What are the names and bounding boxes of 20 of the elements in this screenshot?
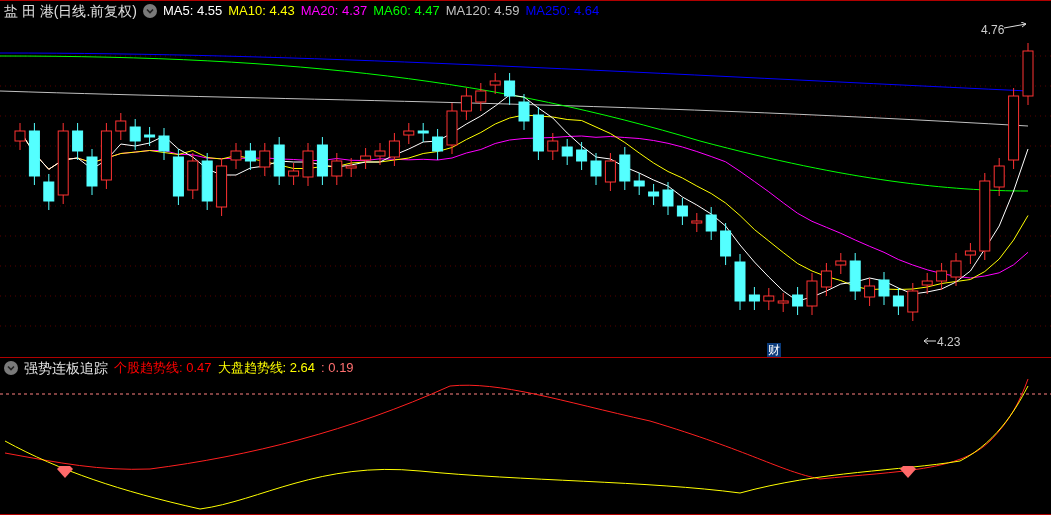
- high-price-label: 4.76: [981, 22, 1005, 39]
- high-arrow-icon: [1004, 22, 1028, 30]
- legend-value: 个股趋势线: 0.47: [114, 359, 212, 378]
- low-price-label: 4.23: [937, 334, 961, 351]
- low-arrow-icon: [924, 337, 936, 345]
- legend-value: MA10: 4.43: [228, 2, 295, 21]
- dropdown-icon[interactable]: [143, 4, 157, 18]
- legend-value: MA20: 4.37: [300, 2, 368, 21]
- stock-title: 盐 田 港(日线.前复权): [4, 1, 137, 21]
- legend-value: MA60: 4.47: [373, 2, 440, 21]
- dropdown-icon[interactable]: [4, 361, 18, 375]
- signal-marker-icon: [57, 466, 73, 478]
- legend-value: MA250: 4.64: [525, 2, 600, 21]
- legend-value: MA5: 4.55: [163, 2, 223, 21]
- legend-value: 大盘趋势线: 2.64: [217, 359, 316, 378]
- event-badge[interactable]: 财: [767, 343, 781, 357]
- indicator-title: 强势连板追踪: [24, 358, 108, 378]
- legend-value: MA120: 4.59: [445, 2, 520, 21]
- signal-marker-icon: [900, 466, 916, 478]
- legend-value: : 0.19: [321, 359, 354, 378]
